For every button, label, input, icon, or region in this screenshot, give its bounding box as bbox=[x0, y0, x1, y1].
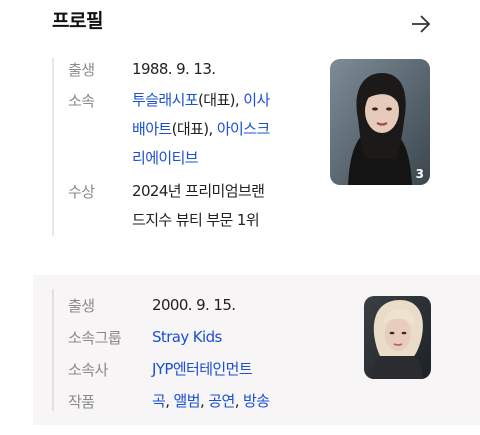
agency-line-3: 리에이티브 bbox=[132, 146, 199, 171]
portrait-image bbox=[364, 296, 431, 379]
group-link[interactable]: Stray Kids bbox=[152, 325, 222, 350]
agency-link-isaevart[interactable]: 이사 bbox=[243, 91, 270, 109]
agency-line-1: 투슬래시포(대표), 이사 bbox=[132, 88, 270, 113]
profile-photo-1[interactable]: 3 bbox=[330, 59, 430, 185]
profile-photo-2[interactable] bbox=[364, 296, 431, 379]
page-title: 프로필 bbox=[52, 10, 103, 32]
agency-line-2: 배아트(대표), 아이스크 bbox=[132, 117, 270, 142]
agency-link-twoslashfour[interactable]: 투슬래시포 bbox=[132, 91, 199, 109]
photo-count-badge: 3 bbox=[415, 167, 424, 181]
profile-divider bbox=[52, 58, 54, 236]
company-link[interactable]: JYP엔터테인먼트 bbox=[152, 357, 253, 382]
works-label: 작품 bbox=[68, 393, 95, 411]
agency-text: (대표), bbox=[171, 120, 217, 138]
works-links: 곡, 앨범, 공연, 방송 bbox=[152, 389, 270, 414]
award-label: 수상 bbox=[68, 183, 95, 201]
works-link-albums[interactable]: 앨범 bbox=[174, 392, 201, 410]
birth-value: 2000. 9. 15. bbox=[152, 296, 236, 314]
company-label: 소속사 bbox=[68, 361, 108, 379]
works-link-concerts[interactable]: 공연 bbox=[208, 392, 235, 410]
award-line-1: 2024년 프리미엄브랜 bbox=[132, 182, 265, 200]
agency-link-icecreative[interactable]: 아이스크 bbox=[217, 120, 270, 138]
birth-label: 출생 bbox=[68, 61, 95, 79]
works-link-broadcasts[interactable]: 방송 bbox=[243, 392, 270, 410]
arrow-right-icon[interactable] bbox=[410, 14, 432, 34]
profile-card-2: 출생 2000. 9. 15. 소속그룹 Stray Kids 소속사 JYP엔… bbox=[33, 275, 480, 425]
birth-value: 1988. 9. 13. bbox=[132, 60, 216, 78]
agency-link-icecreative-cont[interactable]: 리에이티브 bbox=[132, 149, 199, 167]
award-line-2: 드지수 뷰티 부문 1위 bbox=[132, 211, 260, 229]
agency-link-isaevart-cont[interactable]: 배아트 bbox=[132, 120, 172, 138]
group-label: 소속그룹 bbox=[68, 329, 122, 347]
works-link-songs[interactable]: 곡 bbox=[152, 392, 166, 410]
agency-text: (대표), bbox=[198, 91, 244, 109]
agency-label: 소속 bbox=[68, 92, 95, 110]
works-separator: , bbox=[165, 392, 174, 410]
profile-header: 프로필 bbox=[0, 0, 480, 50]
profile-divider bbox=[52, 289, 54, 411]
profile-card-1: 출생 1988. 9. 13. 소속 투슬래시포(대표), 이사 배아트(대표)… bbox=[0, 50, 480, 260]
works-separator: , bbox=[234, 392, 244, 410]
birth-label: 출생 bbox=[68, 297, 95, 315]
